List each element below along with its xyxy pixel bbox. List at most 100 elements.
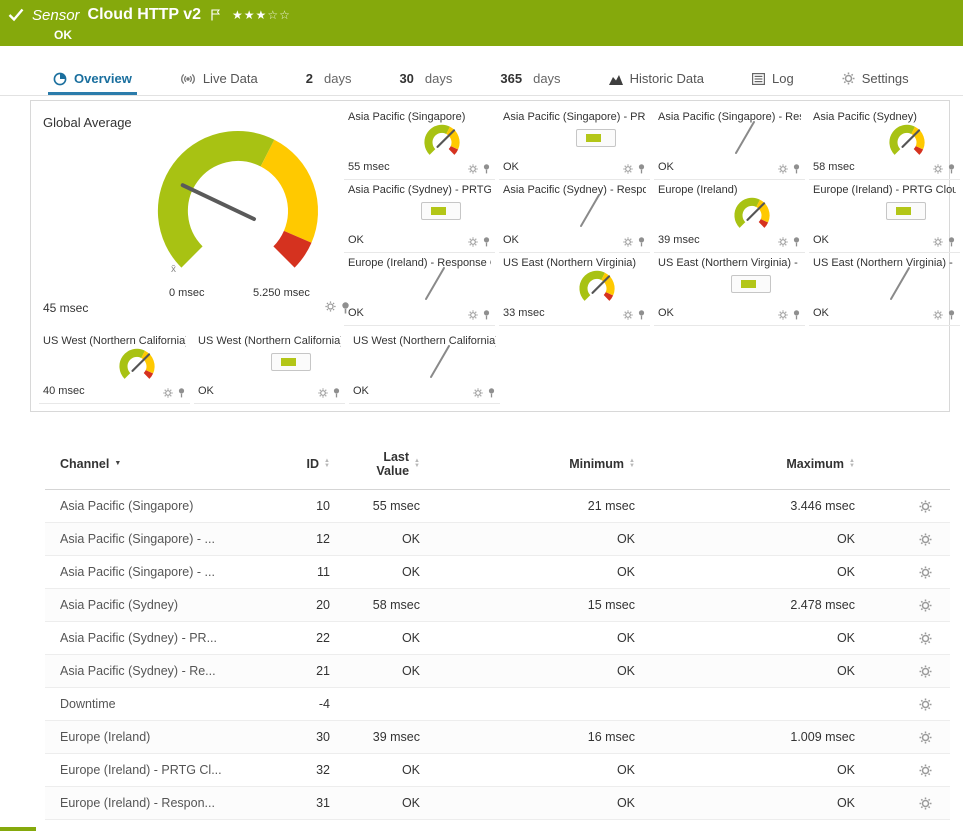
priority-flag-icon[interactable]	[211, 9, 221, 21]
channel-settings-icon[interactable]	[919, 499, 950, 513]
channel-tile-value: 58 msec	[813, 161, 855, 173]
maximum-value: OK	[836, 631, 855, 645]
channel-name[interactable]: Europe (Ireland) - Respon...	[45, 796, 250, 810]
gauge-mean-marker: x̄	[171, 264, 176, 275]
gear-icon[interactable]	[623, 236, 633, 247]
channel-settings-icon[interactable]	[919, 664, 950, 678]
channel-name[interactable]: Asia Pacific (Singapore)	[45, 499, 250, 513]
pin-icon[interactable]	[947, 309, 956, 320]
tab-30-days[interactable]: 30 days	[394, 64, 457, 95]
channel-tile-value: 33 msec	[503, 307, 545, 319]
channel-tile-value: OK	[348, 307, 364, 319]
gear-icon[interactable]	[623, 309, 633, 320]
channel-name[interactable]: Asia Pacific (Singapore) - ...	[45, 565, 250, 579]
tab-historic-data[interactable]: Historic Data	[604, 64, 709, 95]
pin-icon[interactable]	[637, 309, 646, 320]
channel-settings-icon[interactable]	[919, 697, 950, 711]
gear-icon[interactable]	[318, 387, 328, 398]
channel-settings-icon[interactable]	[919, 763, 950, 777]
gear-icon[interactable]	[778, 163, 788, 174]
minimum-value: OK	[616, 532, 635, 546]
pin-icon[interactable]	[482, 309, 491, 320]
pin-icon[interactable]	[482, 236, 491, 247]
pin-icon[interactable]	[177, 387, 186, 398]
pin-icon[interactable]	[947, 236, 956, 247]
channel-tile-value: OK	[658, 161, 674, 173]
minimum-value: OK	[616, 664, 635, 678]
channel-settings-icon[interactable]	[919, 598, 950, 612]
gear-icon[interactable]	[325, 301, 336, 314]
pin-icon[interactable]	[487, 387, 496, 398]
global-average-gauge	[143, 123, 333, 283]
pin-icon[interactable]	[332, 387, 341, 398]
channel-id: 11	[317, 565, 330, 579]
needle-indicator	[882, 261, 918, 305]
pin-icon[interactable]	[482, 163, 491, 174]
gear-icon[interactable]	[468, 236, 478, 247]
tab-label: Settings	[861, 71, 909, 86]
channel-gauge-bottom-row: US West (Northern California) 40 msec US…	[39, 331, 500, 404]
tab-label: 30	[399, 71, 414, 86]
gear-icon[interactable]	[468, 163, 478, 174]
channel-tile: Europe (Ireland) - Response C... OK	[344, 253, 495, 326]
pin-icon[interactable]	[792, 163, 801, 174]
channel-name[interactable]: Asia Pacific (Sydney)	[45, 598, 250, 612]
channel-tile: Asia Pacific (Singapore) - PR... OK	[499, 107, 650, 180]
channel-name[interactable]: Asia Pacific (Sydney) - PR...	[45, 631, 250, 645]
live-data-icon	[180, 73, 196, 85]
tab-2-days[interactable]: 2 days	[301, 64, 357, 95]
channel-tile-value: 39 msec	[658, 234, 700, 246]
channel-tile-value: 55 msec	[348, 161, 390, 173]
tab-label: days	[424, 71, 453, 86]
pin-icon[interactable]	[947, 163, 956, 174]
gear-icon[interactable]	[468, 309, 478, 320]
gear-icon[interactable]	[163, 387, 173, 398]
gear-icon[interactable]	[933, 309, 943, 320]
channel-settings-icon[interactable]	[919, 796, 950, 810]
gear-icon[interactable]	[778, 236, 788, 247]
tab-overview[interactable]: Overview	[48, 64, 137, 95]
channel-tile-title: US West (Northern California)...	[198, 335, 341, 347]
tab-settings[interactable]: Settings	[837, 64, 914, 95]
table-row: Asia Pacific (Sydney) 20 58 msec 15 msec…	[45, 589, 950, 622]
channel-settings-icon[interactable]	[919, 631, 950, 645]
header-channel[interactable]: Channel ▼	[45, 457, 250, 471]
channel-settings-icon[interactable]	[919, 730, 950, 744]
stars-filled[interactable]: ★★★	[232, 8, 267, 22]
tab-365-days[interactable]: 365 days	[495, 64, 565, 95]
tab-label: Live Data	[202, 71, 258, 86]
header-last-value[interactable]: Last Value ▲ ▼	[330, 450, 420, 478]
tab-log[interactable]: Log	[747, 64, 799, 95]
gear-icon[interactable]	[933, 236, 943, 247]
gear-icon[interactable]	[623, 163, 633, 174]
channel-settings-icon[interactable]	[919, 532, 950, 546]
channel-tile-value: OK	[503, 234, 519, 246]
tab-live-data[interactable]: Live Data	[175, 64, 263, 95]
header-maximum[interactable]: Maximum ▲ ▼	[635, 457, 855, 471]
table-row: Asia Pacific (Sydney) - Re... 21 OK OK O…	[45, 655, 950, 688]
channel-tile: US West (Northern California)... OK	[194, 331, 345, 404]
channel-name[interactable]: Europe (Ireland)	[45, 730, 250, 744]
gear-icon[interactable]	[778, 309, 788, 320]
table-row: Europe (Ireland) - Respon... 31 OK OK OK	[45, 787, 950, 820]
pin-icon[interactable]	[792, 236, 801, 247]
channel-settings-icon[interactable]	[919, 565, 950, 579]
pin-icon[interactable]	[637, 163, 646, 174]
priority-stars[interactable]: ★★★☆☆	[232, 8, 291, 22]
sort-icon: ▲ ▼	[849, 457, 855, 469]
last-value: OK	[401, 532, 420, 546]
channel-name[interactable]: Downtime	[45, 697, 250, 711]
gear-icon[interactable]	[473, 387, 483, 398]
channel-name[interactable]: Europe (Ireland) - PRTG Cl...	[45, 763, 250, 777]
header-id[interactable]: ID ▲ ▼	[250, 457, 330, 471]
global-average-title: Global Average	[43, 115, 132, 130]
header-minimum[interactable]: Minimum ▲ ▼	[420, 457, 635, 471]
stars-empty[interactable]: ☆☆	[267, 8, 291, 22]
last-value: 55 msec	[372, 499, 420, 513]
channel-name[interactable]: Asia Pacific (Sydney) - Re...	[45, 664, 250, 678]
maximum-value: OK	[836, 796, 855, 810]
pin-icon[interactable]	[637, 236, 646, 247]
pin-icon[interactable]	[792, 309, 801, 320]
gear-icon[interactable]	[933, 163, 943, 174]
channel-name[interactable]: Asia Pacific (Singapore) - ...	[45, 532, 250, 546]
